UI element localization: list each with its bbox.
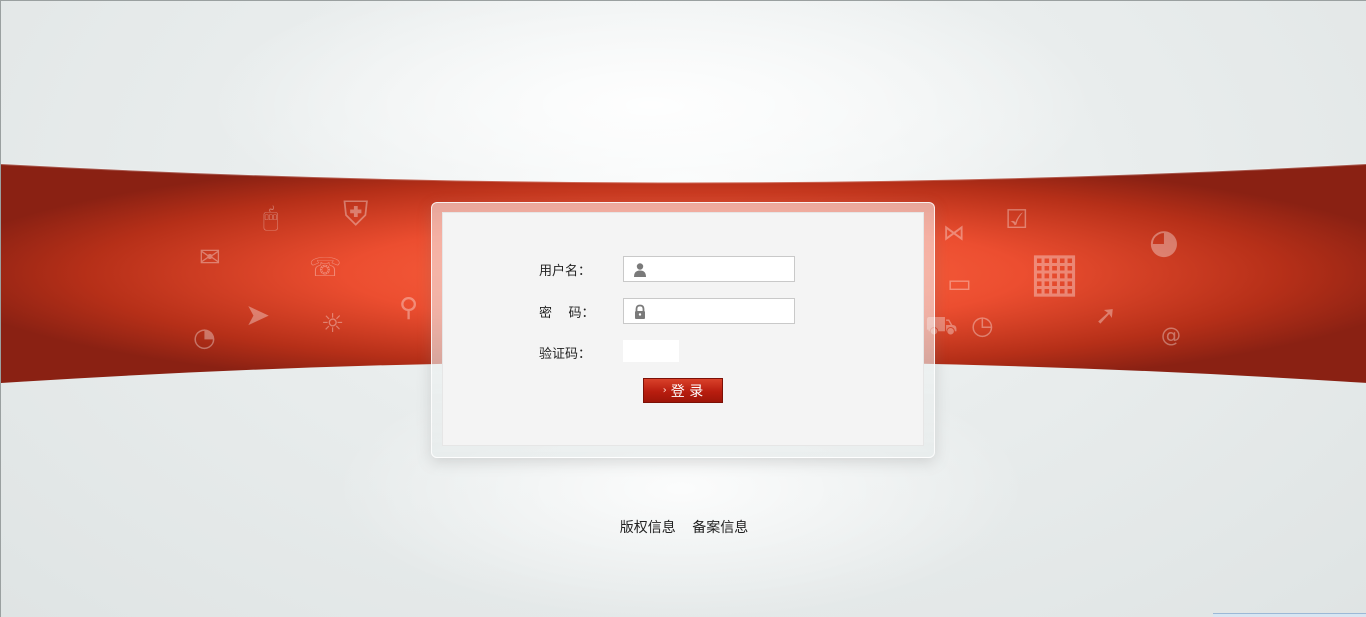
search-icon: ⚲ bbox=[399, 293, 419, 323]
paper-plane-icon: ➤ bbox=[245, 298, 271, 333]
login-button-label: 登 录 bbox=[670, 383, 704, 400]
icp-link[interactable]: 备案信息 bbox=[692, 520, 748, 536]
rss-icon: ◔ bbox=[193, 323, 216, 353]
login-page: 🖱 ⛨ ✉ ☏ ➤ ⚲ ☼ ◔ ⋈ ☑ ▦ ◕ ▭ ⛟ ◷ ➚ @ 用户名： 密… bbox=[0, 0, 1366, 617]
password-field[interactable] bbox=[623, 298, 795, 324]
mouse-icon: 🖱 bbox=[263, 203, 279, 233]
login-panel bbox=[442, 212, 924, 446]
user-icon bbox=[634, 263, 646, 277]
cursor-icon: ➚ bbox=[1095, 301, 1117, 331]
password-input[interactable] bbox=[654, 299, 790, 323]
username-label: 用户名： bbox=[539, 264, 592, 279]
username-input[interactable] bbox=[654, 257, 790, 281]
folder-icon: ▭ bbox=[947, 269, 972, 299]
at-icon: @ bbox=[1161, 323, 1181, 347]
share-icon: ⋈ bbox=[943, 221, 965, 246]
footer: 版权信息 备案信息 bbox=[1, 517, 1366, 537]
email-icon: ✉ bbox=[199, 243, 221, 273]
stopwatch-icon: ◷ bbox=[971, 311, 994, 341]
clipboard-icon: ☑ bbox=[1005, 205, 1029, 235]
lock-icon bbox=[635, 304, 645, 319]
username-field[interactable] bbox=[623, 256, 795, 282]
shield-icon: ⛨ bbox=[343, 194, 369, 234]
captcha-image[interactable] bbox=[623, 340, 679, 362]
chart-icon: ◕ bbox=[1149, 222, 1179, 262]
chevron-right-icon: › bbox=[662, 385, 667, 396]
captcha-label: 验证码： bbox=[539, 347, 592, 362]
copyright-link[interactable]: 版权信息 bbox=[620, 520, 676, 536]
phone-icon: ☏ bbox=[309, 253, 342, 283]
password-label: 密 码： bbox=[539, 306, 595, 321]
calendar-icon: ▦ bbox=[1029, 240, 1081, 303]
status-bar-edge bbox=[1213, 613, 1366, 617]
lightbulb-icon: ☼ bbox=[321, 309, 345, 339]
login-button[interactable]: › 登 录 bbox=[643, 378, 723, 403]
